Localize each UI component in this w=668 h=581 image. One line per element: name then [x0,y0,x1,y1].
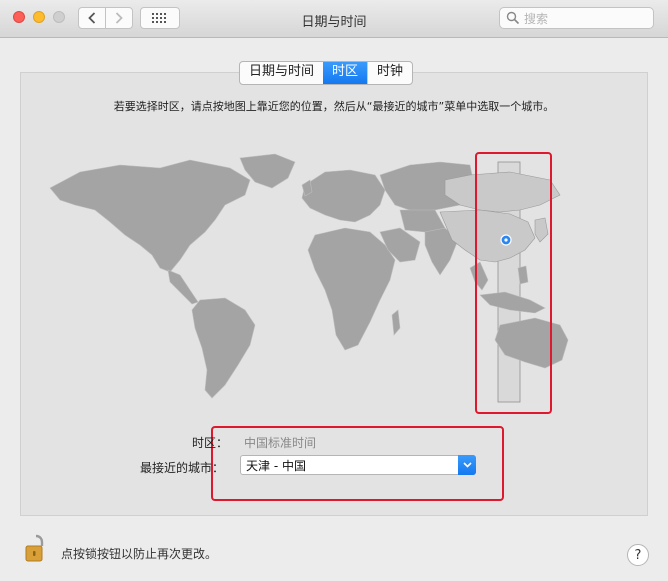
north-america [49,159,251,273]
timezone-label: 时区： [192,436,229,450]
madagascar [391,309,401,336]
help-label: ? [634,547,642,563]
europe [301,169,386,223]
tab-date-time[interactable]: 日期与时间 [240,62,323,84]
timezone-value: 中国标准时间 [244,436,317,450]
south-america [191,297,256,399]
search-icon [506,11,520,25]
africa [307,227,396,351]
central-america [167,269,199,305]
help-button[interactable]: ? [627,544,649,566]
search-placeholder: 搜索 [524,11,549,26]
closest-city-value: 天津 - 中国 [246,459,306,473]
dropdown-button[interactable] [458,455,476,475]
central-asia [399,209,446,233]
closest-city-label: 最接近的城市： [140,461,225,475]
tab-bar: 日期与时间 时区 时钟 [239,61,414,85]
lock-hint-text: 点按锁按钮以防止再次更改。 [61,547,218,561]
tab-timezone[interactable]: 时区 [323,62,368,84]
search-field[interactable]: 搜索 [499,7,654,29]
instruction-text: 若要选择时区，请点按地图上靠近您的位置，然后从“最接近的城市”菜单中选取一个城市… [113,100,555,113]
chevron-down-icon [462,462,472,468]
tab-clock[interactable]: 时钟 [367,62,412,84]
title-bar: 日期与时间 搜索 [0,0,668,38]
lock-icon[interactable] [24,533,48,563]
closest-city-select[interactable]: 天津 - 中国 [240,455,476,475]
timezone-highlight-box [475,152,552,414]
